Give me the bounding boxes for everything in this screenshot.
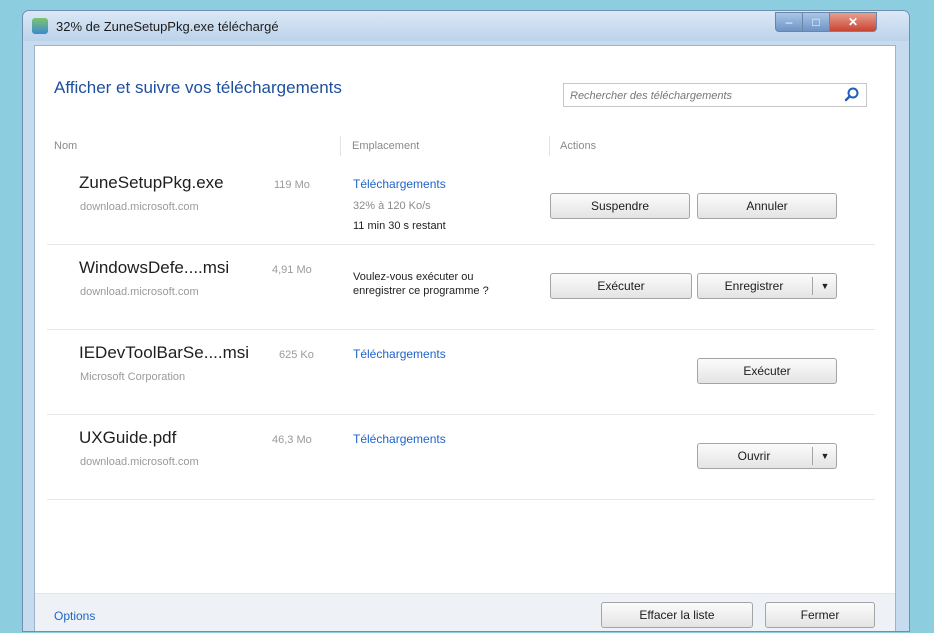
- file-source: download.microsoft.com: [80, 201, 199, 213]
- page-title: Afficher et suivre vos téléchargements: [54, 78, 342, 97]
- file-name: WindowsDefe....msi: [79, 258, 230, 277]
- time-remaining: 11 min 30 s restant: [353, 220, 446, 232]
- downloads-window: 32% de ZuneSetupPkg.exe téléchargé – □ ✕…: [22, 10, 910, 632]
- run-button[interactable]: Exécuter: [550, 273, 692, 299]
- open-split-button[interactable]: Ouvrir ▼: [697, 443, 837, 469]
- cancel-button[interactable]: Annuler: [697, 193, 837, 219]
- prompt-line: Voulez-vous exécuter ou: [353, 271, 474, 283]
- column-header-name: Nom: [54, 140, 78, 152]
- options-link[interactable]: Options: [54, 609, 95, 623]
- file-size: 625 Ko: [279, 349, 314, 361]
- prompt-line: enregistrer ce programme ?: [353, 285, 489, 297]
- file-name: UXGuide.pdf: [79, 428, 177, 447]
- download-row-defender[interactable]: WindowsDefe....msi 4,91 Mo download.micr…: [47, 244, 875, 330]
- pause-button[interactable]: Suspendre: [550, 193, 690, 219]
- split-divider: [812, 447, 813, 465]
- file-source: download.microsoft.com: [80, 456, 199, 468]
- downloads-panel: Afficher et suivre vos téléchargements N…: [34, 45, 896, 631]
- save-split-button[interactable]: Enregistrer ▼: [697, 273, 837, 299]
- file-name: IEDevToolBarSe....msi: [79, 343, 250, 362]
- split-divider: [812, 277, 813, 295]
- chevron-down-icon[interactable]: ▼: [814, 274, 836, 298]
- file-size: 4,91 Mo: [272, 264, 312, 276]
- run-or-save-prompt: Voulez-vous exécuter ou enregistrer ce p…: [353, 270, 489, 298]
- chevron-down-icon[interactable]: ▼: [814, 444, 836, 468]
- open-button[interactable]: Ouvrir: [698, 444, 810, 468]
- download-row-zune[interactable]: ZuneSetupPkg.exe 119 Mo download.microso…: [47, 159, 875, 245]
- maximize-icon: □: [812, 15, 820, 29]
- file-size: 119 Mo: [274, 179, 310, 191]
- close-button[interactable]: Fermer: [765, 602, 875, 628]
- minimize-button[interactable]: –: [775, 12, 803, 32]
- search-icon[interactable]: [843, 86, 861, 104]
- column-header-location: Emplacement: [352, 140, 420, 152]
- window-title: 32% de ZuneSetupPkg.exe téléchargé: [56, 19, 279, 34]
- run-button[interactable]: Exécuter: [697, 358, 837, 384]
- close-window-button[interactable]: ✕: [829, 12, 877, 32]
- download-progress: 32% à 120 Ko/s: [353, 200, 431, 212]
- file-name: ZuneSetupPkg.exe: [79, 173, 224, 192]
- search-box[interactable]: [563, 83, 867, 107]
- search-input[interactable]: [568, 86, 842, 106]
- close-icon: ✕: [847, 15, 859, 29]
- file-size: 46,3 Mo: [272, 434, 312, 446]
- location-link[interactable]: Téléchargements: [353, 177, 446, 191]
- download-icon: [32, 18, 48, 34]
- column-divider: [340, 136, 341, 156]
- file-source: Microsoft Corporation: [80, 371, 186, 383]
- clear-list-button[interactable]: Effacer la liste: [601, 602, 753, 628]
- download-row-iedevtoolbar[interactable]: IEDevToolBarSe....msi 625 Ko Microsoft C…: [47, 329, 875, 415]
- location-link[interactable]: Téléchargements: [353, 347, 446, 361]
- maximize-button[interactable]: □: [802, 12, 830, 32]
- minimize-icon: –: [785, 15, 793, 29]
- column-header-actions: Actions: [560, 140, 597, 152]
- save-button[interactable]: Enregistrer: [698, 274, 810, 298]
- location-link[interactable]: Téléchargements: [353, 432, 446, 446]
- file-source: download.microsoft.com: [80, 286, 199, 298]
- download-row-uxguide[interactable]: UXGuide.pdf 46,3 Mo download.microsoft.c…: [47, 414, 875, 500]
- column-header-row: Nom Emplacement Actions: [35, 136, 895, 156]
- footer-bar: Options Effacer la liste Fermer: [35, 593, 895, 631]
- column-divider: [549, 136, 550, 156]
- title-bar[interactable]: 32% de ZuneSetupPkg.exe téléchargé – □ ✕: [23, 11, 909, 41]
